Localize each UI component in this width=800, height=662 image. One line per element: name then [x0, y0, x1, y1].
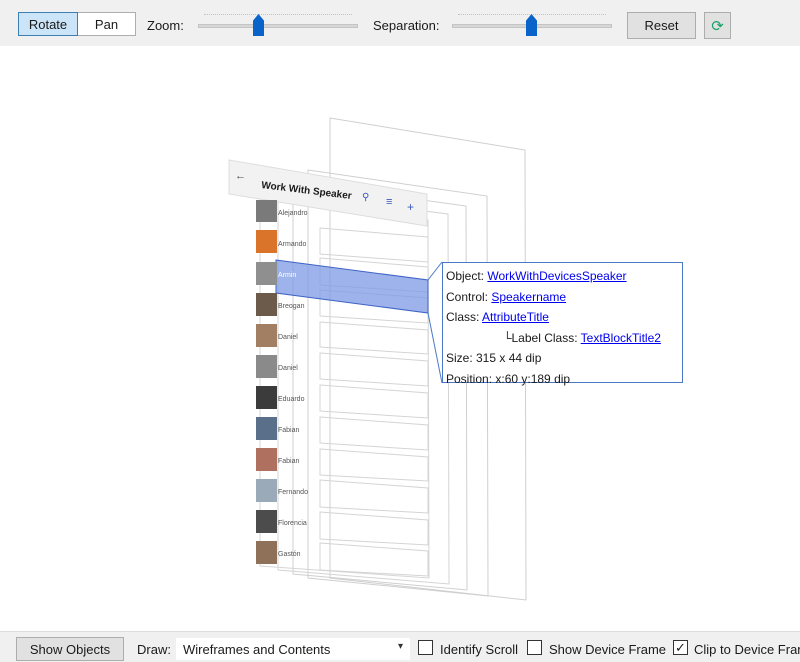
control-link[interactable]: Speakername	[491, 290, 566, 304]
refresh-button[interactable]: ⟳	[704, 12, 731, 39]
list-item: Gastón	[278, 551, 301, 558]
class-link[interactable]: AttributeTitle	[482, 310, 549, 324]
separation-slider[interactable]	[452, 12, 612, 38]
list-item: Breogan	[278, 303, 305, 310]
top-toolbar: Rotate Pan Zoom: Separation: Reset ⟳	[0, 0, 800, 46]
dropdown-arrow-icon: ▾	[397, 641, 403, 652]
zoom-ticks	[204, 14, 352, 18]
separation-label: Separation:	[373, 18, 440, 33]
list-item: Alejandro	[278, 210, 308, 217]
refresh-icon: ⟳	[711, 17, 724, 35]
list-item: Fabian	[278, 427, 300, 434]
back-arrow-icon[interactable]: ←	[235, 170, 246, 182]
list-item: Fabian	[278, 458, 300, 465]
pan-button[interactable]: Pan	[78, 12, 136, 36]
layer-frame-3	[292, 181, 468, 591]
list-item: Fernando	[278, 489, 308, 496]
list-item: Daniel	[278, 334, 298, 341]
object-label: Object:	[446, 269, 485, 283]
control-label: Control:	[446, 289, 489, 304]
tooltip-connector-bottom	[427, 312, 443, 384]
label-class-label: └Label Class:	[503, 330, 578, 345]
identify-scroll-label: Identify Scroll	[440, 642, 519, 657]
reset-button[interactable]: Reset	[627, 12, 696, 39]
label-class-link[interactable]: TextBlockTitle2	[581, 331, 661, 345]
tooltip-connector-top	[427, 261, 443, 281]
list-item: Eduardo	[278, 396, 305, 403]
tooltip-control-row: Control: Speakername	[446, 287, 682, 308]
show-objects-button[interactable]: Show Objects	[16, 637, 124, 661]
tooltip-label-class-row: └Label Class: TextBlockTitle2	[446, 328, 682, 349]
class-label: Class:	[446, 310, 480, 324]
clip-to-device-frame-label: Clip to Device Frame	[694, 642, 800, 657]
tooltip-position: Position: x:60 y:189 dip	[446, 371, 571, 386]
zoom-track	[198, 24, 358, 28]
clip-to-device-frame-checkbox[interactable]: ✓	[673, 640, 688, 655]
draw-label: Draw:	[137, 642, 171, 657]
zoom-slider[interactable]	[198, 12, 358, 38]
draw-mode-select[interactable]: Wireframes and Contents ▾	[176, 638, 410, 660]
list-item: Armin	[278, 272, 297, 279]
search-icon[interactable]: ⚲	[362, 192, 369, 203]
add-icon[interactable]: +	[407, 200, 414, 214]
object-link[interactable]: WorkWithDevicesSpeaker	[487, 269, 626, 283]
tooltip-size: Size: 315 x 44 dip	[446, 351, 542, 365]
list-item: Armando	[278, 241, 307, 248]
checkmark-icon: ✓	[675, 640, 686, 655]
show-device-frame-checkbox[interactable]	[527, 640, 542, 655]
tooltip-object-row: Object: WorkWithDevicesSpeaker	[446, 266, 682, 287]
bottom-toolbar: Show Objects Draw: Wireframes and Conten…	[0, 631, 800, 662]
tooltip-class-row: Class: AttributeTitle	[446, 307, 682, 328]
list-item: Daniel	[278, 365, 298, 372]
zoom-label: Zoom:	[147, 18, 184, 33]
avatar-column	[256, 200, 277, 564]
list-item: Florencia	[278, 520, 307, 527]
draw-mode-value: Wireframes and Contents	[183, 641, 331, 657]
object-info-tooltip: Object: WorkWithDevicesSpeaker Control: …	[442, 262, 683, 386]
show-device-frame-label: Show Device Frame	[549, 642, 667, 657]
filter-icon[interactable]: ≡	[386, 196, 392, 208]
identify-scroll-checkbox[interactable]	[418, 640, 433, 655]
rotate-button[interactable]: Rotate	[18, 12, 78, 36]
